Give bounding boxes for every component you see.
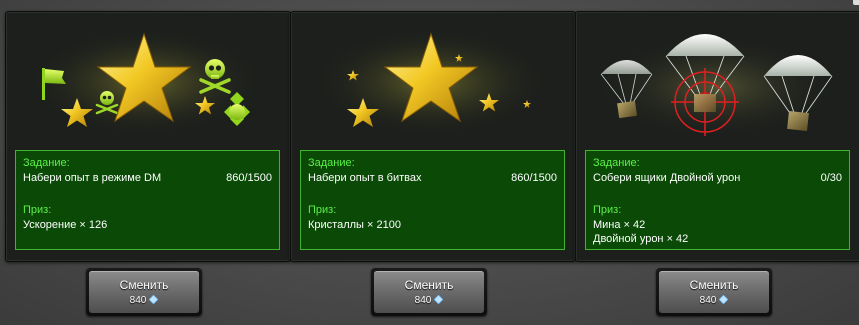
prize-label: Приз: — [308, 204, 337, 216]
task-label: Задание: — [593, 157, 640, 169]
price-value: 840 — [129, 295, 147, 306]
change-mission-button[interactable]: Сменить 840 — [371, 268, 487, 316]
button-price: 840 — [374, 295, 484, 306]
crystal-icon — [719, 295, 729, 304]
task-description: Набери опыт в режиме DM — [23, 172, 162, 184]
mission-art-3 — [576, 12, 859, 148]
task-description: Набери опыт в битвах — [308, 172, 422, 184]
price-value: 840 — [699, 295, 717, 306]
mission-info-panel: Задание: Набери опыт в режиме DM 860/150… — [15, 150, 280, 250]
prize-item: Кристаллы × 2100 — [308, 219, 401, 231]
prize-item: Ускорение × 126 — [23, 219, 108, 231]
button-face: Сменить 840 — [374, 271, 484, 313]
task-progress: 860/1500 — [511, 172, 557, 184]
mission-card-3: Задание: Собери ящики Двойной урон 0/30 … — [575, 11, 859, 262]
task-description: Собери ящики Двойной урон — [593, 172, 741, 184]
supply-box-icon — [694, 94, 716, 112]
mission-card-1: Задание: Набери опыт в режиме DM 860/150… — [5, 11, 291, 262]
mission-info-panel: Задание: Собери ящики Двойной урон 0/30 … — [585, 150, 850, 250]
task-label: Задание: — [308, 157, 355, 169]
button-face: Сменить 840 — [659, 271, 769, 313]
button-label: Сменить — [119, 278, 169, 292]
task-progress: 0/30 — [820, 172, 842, 184]
change-mission-button[interactable]: Сменить 840 — [656, 268, 772, 316]
button-face: Сменить 840 — [89, 271, 199, 313]
supply-box-icon — [787, 111, 809, 131]
button-label: Сменить — [404, 278, 454, 292]
prize-item: Двойной урон × 42 — [593, 233, 689, 245]
prize-label: Приз: — [23, 204, 52, 216]
change-mission-button[interactable]: Сменить 840 — [86, 268, 202, 316]
button-label: Сменить — [689, 278, 739, 292]
button-price: 840 — [659, 295, 769, 306]
window-corner-control[interactable] — [853, 0, 859, 5]
supply-box-icon — [617, 100, 638, 119]
prize-label: Приз: — [593, 204, 622, 216]
button-price: 840 — [89, 295, 199, 306]
task-label: Задание: — [23, 157, 70, 169]
mission-info-panel: Задание: Набери опыт в битвах 860/1500 П… — [300, 150, 565, 250]
mission-card-2: Задание: Набери опыт в битвах 860/1500 П… — [290, 11, 576, 262]
mission-art-1 — [6, 12, 290, 148]
mission-art-2 — [291, 12, 575, 148]
price-value: 840 — [414, 295, 432, 306]
prize-item: Мина × 42 — [593, 219, 646, 231]
crystal-icon — [434, 295, 444, 304]
crystal-icon — [149, 295, 159, 304]
task-progress: 860/1500 — [226, 172, 272, 184]
